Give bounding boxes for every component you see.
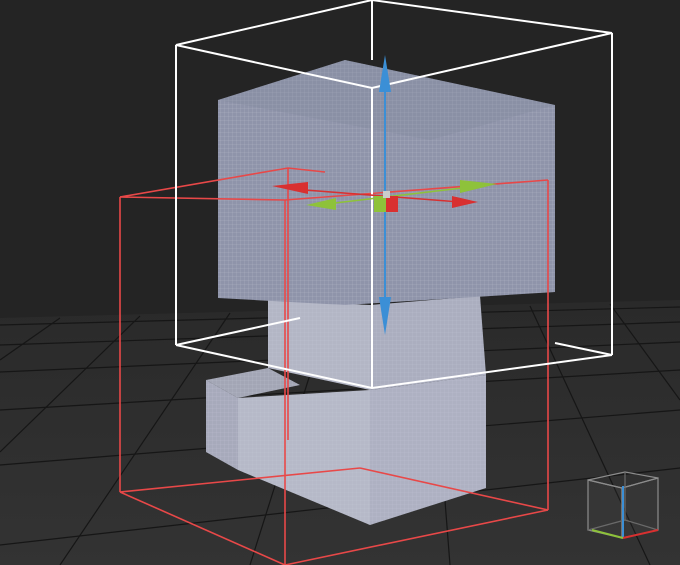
- upper-mesh-block[interactable]: [218, 60, 555, 305]
- gizmo-center-handle[interactable]: [374, 196, 386, 212]
- 3d-viewport[interactable]: [0, 0, 680, 565]
